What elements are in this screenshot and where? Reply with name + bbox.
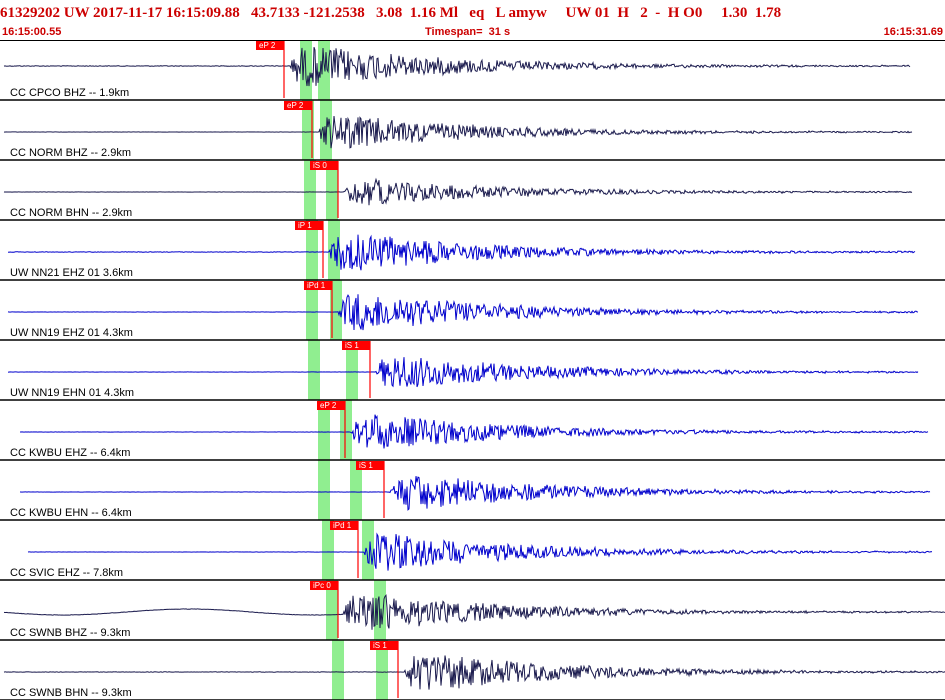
seismic-trace xyxy=(7,234,916,271)
channel-label: CC SVIC EHZ -- 7.8km xyxy=(10,567,123,579)
channel-label: UW NN21 EHZ 01 3.6km xyxy=(10,267,133,279)
seismic-trace xyxy=(20,414,929,449)
channel-label: CC SWNB BHZ -- 9.3km xyxy=(10,627,130,639)
p-window xyxy=(318,460,330,520)
pick-label: iPd 1 xyxy=(307,281,326,290)
channel-label: CC CPCO BHZ -- 1.9km xyxy=(10,87,129,99)
s-window xyxy=(362,520,374,580)
start-time-label: 16:15:00.55 xyxy=(2,26,62,38)
seismic-trace xyxy=(3,177,913,206)
channel-label: CC SWNB BHN -- 9.3km xyxy=(10,687,132,699)
trace-group xyxy=(3,46,945,690)
channel-label: CC KWBU EHZ -- 6.4km xyxy=(10,447,130,459)
pick-label: iS 1 xyxy=(359,461,373,470)
channel-label: UW NN19 EHZ 01 4.3km xyxy=(10,327,133,339)
pick-label: eP 2 xyxy=(320,401,337,410)
seismogram-panel[interactable]: eP 2 eP 2 iS 0 iP 1 iPd 1 iS 1 eP 2 iS 1 iPd 1 iP… xyxy=(0,40,945,700)
channel-label: CC NORM BHZ -- 2.9km xyxy=(10,147,131,159)
seismic-trace xyxy=(8,357,919,388)
seismic-trace xyxy=(3,594,945,630)
channel-label: UW NN19 EHN 01 4.3km xyxy=(10,387,134,399)
pick-label: iS 1 xyxy=(373,641,387,650)
channel-label: CC NORM BHN -- 2.9km xyxy=(10,207,132,219)
seismic-trace xyxy=(27,532,933,571)
channel-label: CC KWBU EHN -- 6.4km xyxy=(10,507,132,519)
pick-label: eP 2 xyxy=(287,101,304,110)
pick-label: iP 1 xyxy=(298,221,312,230)
channel-labels: CC CPCO BHZ -- 1.9km CC NORM BHZ -- 2.9km… xyxy=(10,87,134,699)
pick-label: eP 2 xyxy=(259,41,276,50)
event-header: 61329202 UW 2017-11-17 16:15:09.88 43.71… xyxy=(0,5,782,21)
pick-label: iPd 1 xyxy=(333,521,352,530)
seismic-trace xyxy=(3,655,945,690)
end-time-label: 16:15:31.69 xyxy=(883,26,943,38)
seismic-trace xyxy=(7,294,919,331)
seismic-trace xyxy=(3,115,913,149)
p-window xyxy=(308,340,320,400)
pick-label: iPc 0 xyxy=(313,581,331,590)
phase-pick[interactable]: eP 2 xyxy=(256,41,285,98)
seismic-trace xyxy=(20,476,931,511)
seismic-trace xyxy=(3,46,911,87)
p-window xyxy=(332,640,344,700)
phase-pick[interactable]: iPd 1 xyxy=(330,521,359,578)
timespan-label: Timespan= 31 s xyxy=(425,26,511,38)
pick-label: iS 0 xyxy=(313,161,327,170)
channel-dividers xyxy=(0,40,945,700)
pick-label: iS 1 xyxy=(345,341,359,350)
